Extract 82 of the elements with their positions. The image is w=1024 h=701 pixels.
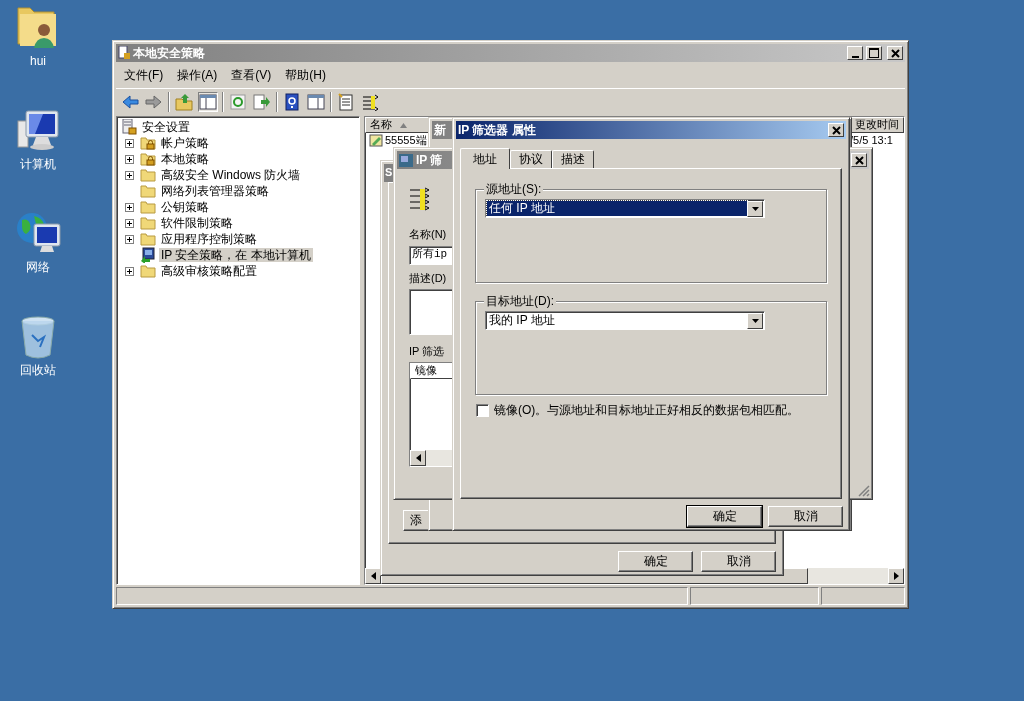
field-label: 描述(D) <box>409 272 447 286</box>
right-arrow-icon[interactable] <box>893 572 899 580</box>
folder-icon <box>140 183 156 199</box>
server-lock-icon <box>121 119 137 135</box>
list-label: IP 筛选 <box>409 345 445 359</box>
tree-item[interactable]: 高级安全 Windows 防火墙 <box>159 167 303 183</box>
folder-icon <box>140 167 156 183</box>
window-title: IP 筛选器 属性 <box>458 122 536 138</box>
dialog-button[interactable]: 确定 <box>687 506 762 527</box>
minimize-icon <box>851 55 859 58</box>
locked-folder-icon <box>140 151 156 167</box>
expand-icon[interactable] <box>125 154 134 164</box>
window-title: 本地安全策略 <box>133 45 205 61</box>
tree-item[interactable]: 网络列表管理器策略 <box>159 183 271 199</box>
tree-item[interactable]: IP 安全策略，在 本地计算机 <box>159 247 313 263</box>
maximize-icon <box>869 48 879 58</box>
policy-icon <box>369 133 383 147</box>
window-title: 新 <box>434 122 446 138</box>
icon-label: hui <box>30 54 46 69</box>
window-title: S <box>385 166 393 180</box>
close-button[interactable] <box>887 46 903 60</box>
close-icon <box>888 47 902 59</box>
expand-icon[interactable] <box>125 202 134 212</box>
close-icon <box>852 154 866 166</box>
dialog-button[interactable]: 取消 <box>768 506 843 527</box>
tree-item[interactable]: 应用程序控制策略 <box>159 231 259 247</box>
tree-item[interactable]: 公钥策略 <box>159 199 211 215</box>
export-icon[interactable] <box>253 92 271 111</box>
left-arrow-icon[interactable] <box>370 572 376 580</box>
close-button[interactable] <box>851 153 867 167</box>
dropdown[interactable]: 任何 IP 地址 <box>485 199 765 218</box>
window-icon <box>399 153 413 167</box>
refresh-icon[interactable] <box>229 92 247 111</box>
icon-label: 回收站 <box>20 363 56 378</box>
group-label: 源地址(S): <box>484 182 544 197</box>
menu-item[interactable]: 查看(V) <box>231 68 272 84</box>
tree-item[interactable]: 高级审核策略配置 <box>159 263 259 279</box>
checkbox[interactable] <box>476 403 489 417</box>
tree-item[interactable]: 本地策略 <box>159 151 211 167</box>
folder-icon <box>140 199 156 215</box>
tab[interactable]: 描述 <box>552 150 594 168</box>
pane-icon[interactable] <box>199 92 217 111</box>
close-icon <box>829 124 843 136</box>
list-cell: 55555端 <box>385 133 427 148</box>
dialog-button[interactable]: 确定 <box>618 551 693 572</box>
menu-item[interactable]: 文件(F) <box>124 68 164 84</box>
filter-icon[interactable] <box>361 92 379 111</box>
folder-icon <box>140 231 156 247</box>
dropdown[interactable]: 我的 IP 地址 <box>485 311 765 330</box>
tree-item[interactable]: 安全设置 <box>140 119 192 135</box>
minimize-button[interactable] <box>847 46 863 60</box>
resize-grip-icon[interactable] <box>858 485 870 497</box>
checkbox-label[interactable]: 镜像(O)。与源地址和目标地址正好相反的数据包相匹配。 <box>494 403 800 418</box>
app-icon <box>118 46 130 60</box>
menu-item[interactable]: 操作(A) <box>177 68 218 84</box>
locked-folder-icon <box>140 135 156 151</box>
icon-label: 计算机 <box>20 157 56 172</box>
expand-icon[interactable] <box>125 218 134 228</box>
icon-label: 网络 <box>26 260 50 275</box>
close-button[interactable] <box>828 123 844 137</box>
back-arrow-icon[interactable] <box>121 92 139 111</box>
group-label: 目标地址(D): <box>484 294 556 309</box>
tree-item[interactable]: 软件限制策略 <box>159 215 235 231</box>
tab[interactable]: 地址 <box>460 148 510 169</box>
expand-icon[interactable] <box>125 234 134 244</box>
document-icon[interactable] <box>337 92 355 111</box>
pane-icon[interactable] <box>307 92 325 111</box>
left-arrow-icon[interactable] <box>415 453 421 462</box>
folder-icon <box>140 263 156 279</box>
expand-icon[interactable] <box>125 170 134 180</box>
dialog-button[interactable]: 取消 <box>701 551 776 572</box>
tree-item[interactable]: 帐户策略 <box>159 135 211 151</box>
folder-icon <box>140 215 156 231</box>
menu-item[interactable]: 帮助(H) <box>285 68 326 84</box>
tab[interactable]: 协议 <box>510 150 552 168</box>
maximize-button[interactable] <box>866 46 882 60</box>
sort-icon <box>400 122 407 128</box>
expand-icon[interactable] <box>125 266 134 276</box>
window-title: IP 筛 <box>416 152 443 168</box>
expand-icon[interactable] <box>125 138 134 148</box>
field-label: 名称(N) <box>409 228 447 242</box>
forward-arrow-icon[interactable] <box>145 92 163 111</box>
